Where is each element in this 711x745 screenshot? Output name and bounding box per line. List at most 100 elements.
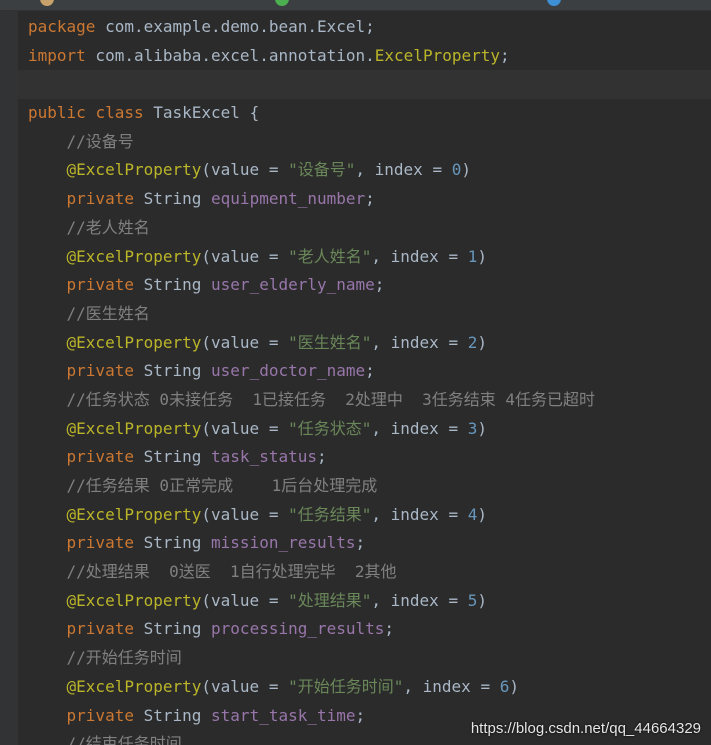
code-area[interactable]: package com.example.demo.bean.Excel; imp… (18, 13, 711, 745)
class-name: TaskExcel { (143, 103, 260, 123)
keyword: private (66, 361, 134, 381)
annotation: @ExcelProperty (66, 246, 202, 266)
keyword: private (66, 533, 134, 553)
comment: //任务结果 0正常完成 1后台处理完成 (66, 476, 378, 495)
comment: //结束任务时间 (66, 734, 182, 745)
number-literal: 1 (467, 246, 478, 266)
semicolon: ; (500, 45, 510, 65)
annotation: @ExcelProperty (66, 504, 202, 524)
code-line: //医生姓名 (28, 300, 711, 329)
code-line: private String mission_results; (28, 529, 711, 558)
code-line: private String user_elderly_name; (28, 271, 711, 300)
annotation-close: ) (509, 676, 519, 696)
semicolon: ; (365, 189, 375, 209)
code-line: private String equipment_number; (28, 185, 711, 214)
annotation-index-key: , index = (403, 676, 500, 696)
field-name: user_elderly_name (211, 275, 375, 295)
code-line-current (18, 70, 711, 100)
annotation-index-key: , index = (371, 418, 468, 438)
annotation-close: ) (461, 160, 471, 180)
annotation-index-key: , index = (371, 246, 468, 266)
comment: //处理结果 0送医 1自行处理完毕 2其他 (66, 562, 397, 582)
keyword: private (66, 705, 134, 725)
semicolon: ; (365, 361, 375, 381)
field-name: start_task_time (211, 705, 356, 725)
keyword: import (28, 45, 86, 65)
keyword: class (95, 103, 144, 123)
code-line: @ExcelProperty(value = "开始任务时间", index =… (28, 673, 711, 702)
annotation: @ExcelProperty (66, 332, 202, 352)
code-line: //任务结果 0正常完成 1后台处理完成 (28, 472, 711, 501)
comment: //任务状态 0未接任务 1已接任务 2处理中 3任务结束 4任务已超时 (66, 389, 596, 409)
annotation: @ExcelProperty (66, 676, 202, 696)
editor-tab-bar[interactable] (0, 0, 711, 11)
keyword: private (66, 275, 134, 295)
semicolon: ; (384, 619, 395, 639)
field-name: user_doctor_name (211, 361, 366, 381)
field-list: //设备号 @ExcelProperty(value = "设备号", inde… (28, 128, 711, 730)
annotation-close: ) (477, 418, 487, 438)
semicolon: ; (355, 705, 366, 725)
string-literal: "医生姓名" (288, 332, 372, 352)
code-line: //设备号 (28, 128, 711, 157)
field-name: equipment_number (211, 189, 366, 209)
code-line: package com.example.demo.bean.Excel; (28, 13, 711, 42)
code-line: //老人姓名 (28, 214, 711, 243)
field-name: processing_results (211, 619, 385, 639)
annotation-close: ) (477, 590, 487, 610)
string-literal: "任务结果" (288, 504, 372, 524)
type-name: String (133, 705, 212, 725)
code-line: @ExcelProperty(value = "处理结果", index = 5… (28, 587, 711, 616)
code-line: @ExcelProperty(value = "任务结果", index = 4… (28, 501, 711, 530)
java-class-icon[interactable] (547, 0, 561, 6)
annotation-value-key: (value = (201, 590, 289, 610)
number-literal: 0 (451, 160, 462, 180)
package-name: com.example.demo.bean.Excel; (95, 17, 375, 36)
type-name: String (133, 361, 212, 381)
keyword: package (28, 17, 96, 36)
import-package: com.alibaba.excel.annotation. (85, 45, 375, 65)
file-tab-icon[interactable] (40, 0, 54, 6)
code-line: private String user_doctor_name; (28, 357, 711, 386)
string-literal: "任务状态" (288, 418, 372, 438)
annotation-index-key: , index = (371, 504, 468, 524)
code-line: //开始任务时间 (28, 644, 711, 673)
annotation-index-key: , index = (371, 590, 468, 610)
type-name: String (133, 447, 212, 467)
code-line: @ExcelProperty(value = "老人姓名", index = 1… (28, 243, 711, 272)
code-line: //处理结果 0送医 1自行处理完毕 2其他 (28, 558, 711, 587)
editor-gutter[interactable] (0, 11, 18, 745)
annotation-index-key: , index = (355, 160, 452, 180)
code-line: import com.alibaba.excel.annotation.Exce… (28, 42, 711, 71)
import-class: ExcelProperty (374, 45, 501, 65)
annotation-value-key: (value = (201, 160, 289, 180)
type-name: String (133, 275, 212, 295)
annotation-index-key: , index = (371, 332, 468, 352)
java-class-icon[interactable] (275, 0, 289, 6)
code-line: private String task_status; (28, 443, 711, 472)
annotation-value-key: (value = (201, 418, 289, 438)
string-literal: "处理结果" (288, 590, 372, 610)
code-line: @ExcelProperty(value = "医生姓名", index = 2… (28, 329, 711, 358)
annotation: @ExcelProperty (66, 590, 202, 610)
comment: //设备号 (66, 131, 134, 151)
string-literal: "设备号" (288, 160, 356, 180)
number-literal: 4 (467, 504, 478, 524)
comment: //医生姓名 (66, 303, 150, 323)
keyword: private (66, 619, 134, 639)
code-editor[interactable]: package com.example.demo.bean.Excel; imp… (0, 11, 711, 745)
annotation-value-key: (value = (201, 332, 289, 352)
code-line: public class TaskExcel { (28, 99, 711, 128)
number-literal: 3 (467, 418, 478, 438)
field-name: task_status (211, 447, 317, 467)
annotation-close: ) (477, 504, 487, 524)
type-name: String (133, 533, 212, 553)
annotation-value-key: (value = (201, 246, 289, 266)
annotation-value-key: (value = (201, 504, 289, 524)
annotation-close: ) (477, 246, 487, 266)
annotation-value-key: (value = (201, 676, 289, 696)
semicolon: ; (374, 275, 385, 295)
annotation: @ExcelProperty (66, 160, 202, 180)
comment: //开始任务时间 (66, 648, 182, 668)
code-line: @ExcelProperty(value = "任务状态", index = 3… (28, 415, 711, 444)
